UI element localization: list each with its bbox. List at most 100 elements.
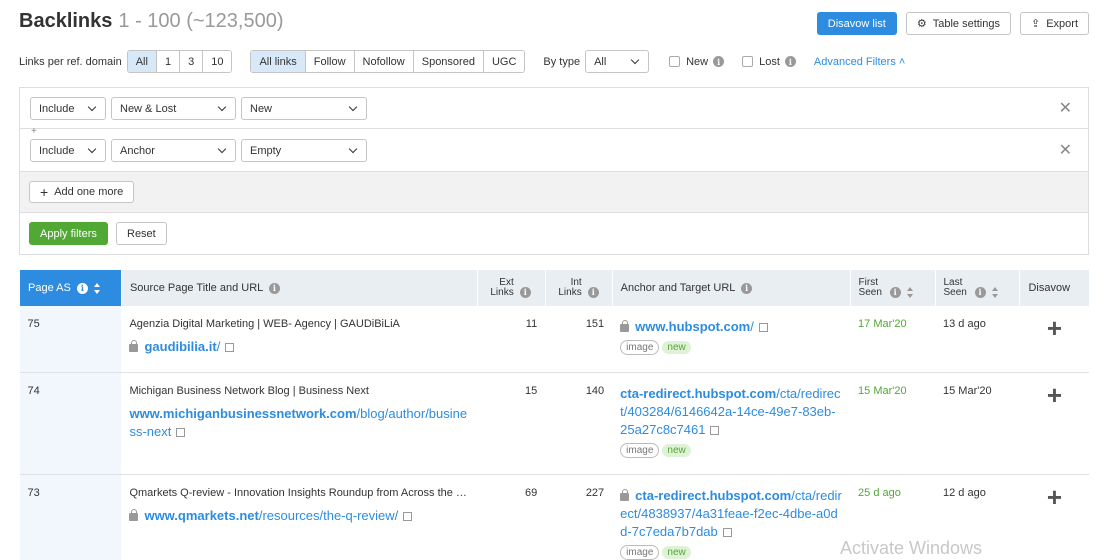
int-links-cell: 140 (545, 372, 613, 475)
chevron-down-icon (631, 57, 640, 66)
link-type-follow[interactable]: Follow (305, 51, 355, 72)
column-int-links-label: Int Links (558, 277, 582, 298)
filter-value-select[interactable]: New (241, 97, 367, 120)
filter-value-select[interactable]: Empty (241, 139, 367, 162)
table-row: 74 Michigan Business Network Blog | Busi… (19, 372, 1089, 475)
disavow-cell: + (1019, 306, 1089, 373)
links-per-domain-10[interactable]: 10 (203, 51, 232, 72)
result-count: 1 - 100 (~123,500) (118, 10, 284, 32)
links-per-domain-3[interactable]: 3 (180, 51, 204, 72)
filter-row: Include Anchor Empty ✕ (20, 139, 1088, 162)
gear-icon: ⚙ (916, 18, 927, 30)
info-icon: i (519, 286, 531, 298)
column-source-label: Source Page Title and URL (129, 282, 263, 294)
last-seen-cell: 15 Mar'20 (935, 372, 1020, 475)
column-ext-links[interactable]: Ext Links i (476, 270, 546, 306)
int-links-cell: 151 (545, 306, 613, 373)
remove-filter-icon[interactable]: ✕ (1059, 98, 1072, 118)
external-link-icon[interactable] (710, 425, 720, 435)
disavow-list-button[interactable]: Disavow list (816, 12, 897, 35)
link-type-sponsored[interactable]: Sponsored (413, 51, 484, 72)
anchor-url[interactable]: cta-redirect.hubspot.com/cta/redirect/40… (620, 385, 842, 439)
chevron-down-icon (349, 146, 358, 155)
add-to-disavow-icon[interactable]: + (1047, 482, 1062, 512)
anchor-url[interactable]: www.hubspot.com/ (620, 318, 842, 336)
advanced-filters-toggle[interactable]: Advanced Filters ˄ (814, 56, 905, 68)
column-last-seen[interactable]: Last Seen i (934, 270, 1020, 306)
filter-toolbar: Links per ref. domain All 1 3 10 All lin… (19, 50, 905, 73)
first-seen-cell: 15 Mar'20 (850, 372, 935, 475)
sort-icon[interactable] (991, 286, 999, 298)
reset-button[interactable]: Reset (116, 222, 167, 245)
by-type-select[interactable]: All (585, 50, 650, 73)
link-type-nofollow[interactable]: Nofollow (354, 51, 414, 72)
source-url-host: gaudibilia.it (144, 339, 217, 354)
filter-row: Include New & Lost New ✕ (20, 97, 1088, 120)
external-link-icon[interactable] (176, 427, 186, 437)
new-label: New (686, 55, 709, 68)
page-header: Backlinks 1 - 100 (~123,500) (19, 10, 284, 33)
lost-checkbox[interactable] (742, 56, 754, 67)
column-int-links[interactable]: Int Links i (544, 270, 613, 306)
filter-mode-select[interactable]: Include (30, 97, 106, 120)
lock-icon (620, 320, 630, 332)
divider (20, 128, 1088, 129)
column-anchor: Anchor and Target URL i (611, 270, 851, 306)
table-settings-button[interactable]: ⚙ Table settings (905, 12, 1011, 35)
external-link-icon[interactable] (403, 511, 413, 521)
external-link-icon[interactable] (225, 343, 235, 352)
links-per-domain-all[interactable]: All (127, 51, 157, 72)
add-to-disavow-icon[interactable]: + (1047, 313, 1062, 343)
add-to-disavow-icon[interactable]: + (1047, 380, 1062, 410)
plus-icon: + (40, 184, 49, 200)
page-as-cell: 73 (19, 474, 122, 560)
table-header-row: Page AS i Source Page Title and URL i Ex… (19, 270, 1089, 306)
page-as-cell: 75 (19, 306, 122, 373)
add-one-more-button[interactable]: + Add one more (29, 181, 135, 203)
advanced-filter-panel: Include New & Lost New ✕ + Include Ancho… (19, 87, 1089, 255)
source-cell: Qmarkets Q-review - Innovation Insights … (121, 474, 478, 560)
links-per-domain-1[interactable]: 1 (156, 51, 181, 72)
remove-filter-icon[interactable]: ✕ (1059, 140, 1072, 160)
column-ext-links-label: Ext Links (490, 277, 514, 298)
filter-mode-value: Include (39, 102, 75, 115)
source-url-path: /resources/the-q-review/ (258, 507, 399, 523)
source-title: Qmarkets Q-review - Innovation Insights … (129, 486, 467, 499)
source-url[interactable]: www.michiganbusinessnetwork.com/blog/aut… (129, 405, 469, 441)
filter-field-select[interactable]: Anchor (111, 139, 236, 162)
external-link-icon[interactable] (722, 527, 732, 537)
anchor-url[interactable]: cta-redirect.hubspot.com/cta/redirect/48… (620, 487, 842, 541)
link-type-ugc[interactable]: UGC (483, 51, 525, 72)
tag-list: image new (620, 340, 842, 355)
backlinks-table: Page AS i Source Page Title and URL i Ex… (19, 270, 1089, 560)
source-url-host: www.michiganbusinessnetwork.com (129, 405, 357, 421)
info-icon: i (268, 282, 280, 294)
export-button[interactable]: ⇪ Export (1019, 12, 1089, 35)
apply-filters-button[interactable]: Apply filters (29, 222, 108, 245)
column-first-seen[interactable]: First Seen i (849, 270, 935, 306)
by-type-label: By type (543, 55, 581, 68)
column-page-as[interactable]: Page AS i (19, 270, 122, 306)
column-last-seen-label: Last Seen (943, 277, 967, 298)
new-checkbox[interactable] (669, 56, 681, 67)
info-icon: i (713, 56, 725, 67)
export-icon: ⇪ (1030, 18, 1041, 30)
by-type-value: All (594, 55, 607, 68)
sort-icon[interactable] (906, 286, 914, 298)
source-url[interactable]: www.qmarkets.net/resources/the-q-review/ (129, 507, 469, 525)
anchor-url-host: www.hubspot.com (635, 319, 751, 334)
source-url[interactable]: gaudibilia.it/ (129, 338, 469, 356)
filter-value-value: New (250, 102, 273, 115)
external-link-icon[interactable] (758, 323, 768, 332)
link-type-all[interactable]: All links (251, 51, 306, 72)
tag-new: new (662, 341, 691, 354)
lost-label: Lost (759, 55, 780, 68)
chevron-down-icon (218, 104, 227, 113)
anchor-url-path: / (750, 319, 754, 334)
filter-field-select[interactable]: New & Lost (111, 97, 236, 120)
column-disavow: Disavow (1019, 270, 1089, 306)
filter-mode-select[interactable]: Include (30, 139, 106, 162)
link-type-group: All links Follow Nofollow Sponsored UGC (250, 50, 526, 73)
sort-icon[interactable] (93, 282, 101, 294)
info-icon: i (76, 282, 88, 294)
